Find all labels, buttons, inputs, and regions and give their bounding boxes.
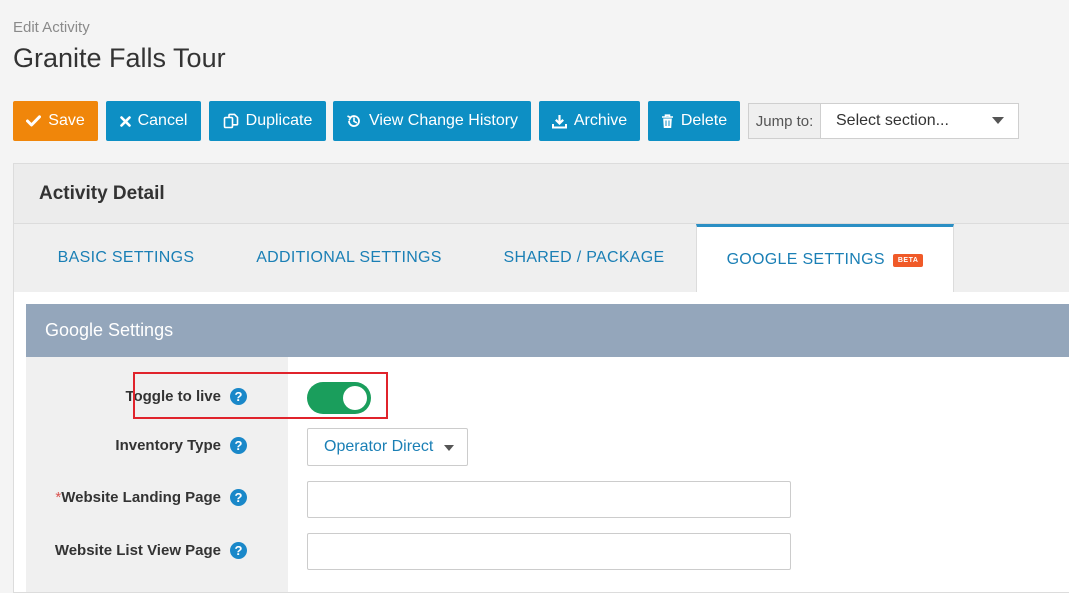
inventory-type-value: Operator Direct [324, 438, 434, 455]
jump-to-value: Select section... [836, 112, 949, 129]
help-icon[interactable]: ? [230, 437, 247, 454]
check-icon [26, 115, 42, 127]
cancel-button[interactable]: Cancel [106, 101, 201, 141]
panel-header: Activity Detail [14, 164, 1069, 224]
close-icon [119, 115, 131, 127]
website-list-view-page-label-text: Website List View Page [54, 542, 221, 559]
website-landing-page-input[interactable] [307, 481, 791, 518]
duplicate-button[interactable]: Duplicate [209, 101, 326, 141]
google-settings-header: Google Settings [26, 304, 1069, 357]
website-landing-page-text: Website Landing Page [61, 489, 221, 506]
tab-basic-settings[interactable]: BASIC SETTINGS [27, 224, 225, 292]
edit-activity-eyebrow: Edit Activity [13, 19, 90, 36]
trash-icon [661, 113, 673, 128]
inventory-type-select[interactable]: Operator Direct [307, 428, 468, 466]
chevron-down-icon [992, 117, 1004, 124]
view-change-history-button[interactable]: View Change History [333, 101, 531, 141]
inventory-type-label-text: Inventory Type [115, 437, 221, 454]
website-landing-page-label-text: *Website Landing Page [55, 489, 221, 506]
tab-google-settings-label: GOOGLE SETTINGS [726, 251, 885, 268]
panel-title: Activity Detail [39, 182, 165, 204]
jump-to-label: Jump to: [749, 104, 821, 138]
jump-to-select[interactable]: Select section... [821, 104, 1018, 138]
toggle-live-switch[interactable] [307, 382, 371, 414]
jump-to-control: Jump to: Select section... [748, 103, 1019, 139]
inventory-type-label: Inventory Type ? [115, 437, 269, 454]
tab-google-settings[interactable]: GOOGLE SETTINGS BETA [696, 224, 954, 293]
download-icon [551, 114, 567, 128]
beta-badge: BETA [892, 253, 924, 267]
archive-button[interactable]: Archive [539, 101, 640, 141]
save-button-label: Save [48, 112, 85, 129]
website-list-view-page-input[interactable] [307, 533, 791, 570]
delete-button-label: Delete [680, 112, 728, 129]
copy-icon [223, 113, 238, 129]
toggle-knob [343, 386, 367, 410]
save-button[interactable]: Save [13, 101, 98, 141]
google-settings-title: Google Settings [45, 320, 174, 340]
duplicate-button-label: Duplicate [245, 112, 313, 129]
caret-down-icon [444, 445, 454, 451]
help-icon[interactable]: ? [230, 542, 247, 559]
tab-shared-package[interactable]: SHARED / PACKAGE [487, 224, 681, 292]
help-icon[interactable]: ? [230, 489, 247, 506]
delete-button[interactable]: Delete [648, 101, 740, 141]
website-list-view-page-label: Website List View Page ? [55, 542, 269, 559]
tab-additional-settings[interactable]: ADDITIONAL SETTINGS [240, 224, 458, 292]
archive-button-label: Archive [573, 112, 628, 129]
view-change-history-label: View Change History [368, 112, 519, 129]
cancel-button-label: Cancel [137, 112, 188, 129]
website-landing-page-label: *Website Landing Page ? [55, 489, 269, 506]
tab-bar: BASIC SETTINGS ADDITIONAL SETTINGS SHARE… [14, 224, 1069, 293]
history-icon [347, 115, 360, 127]
page-title: Granite Falls Tour [13, 43, 226, 73]
